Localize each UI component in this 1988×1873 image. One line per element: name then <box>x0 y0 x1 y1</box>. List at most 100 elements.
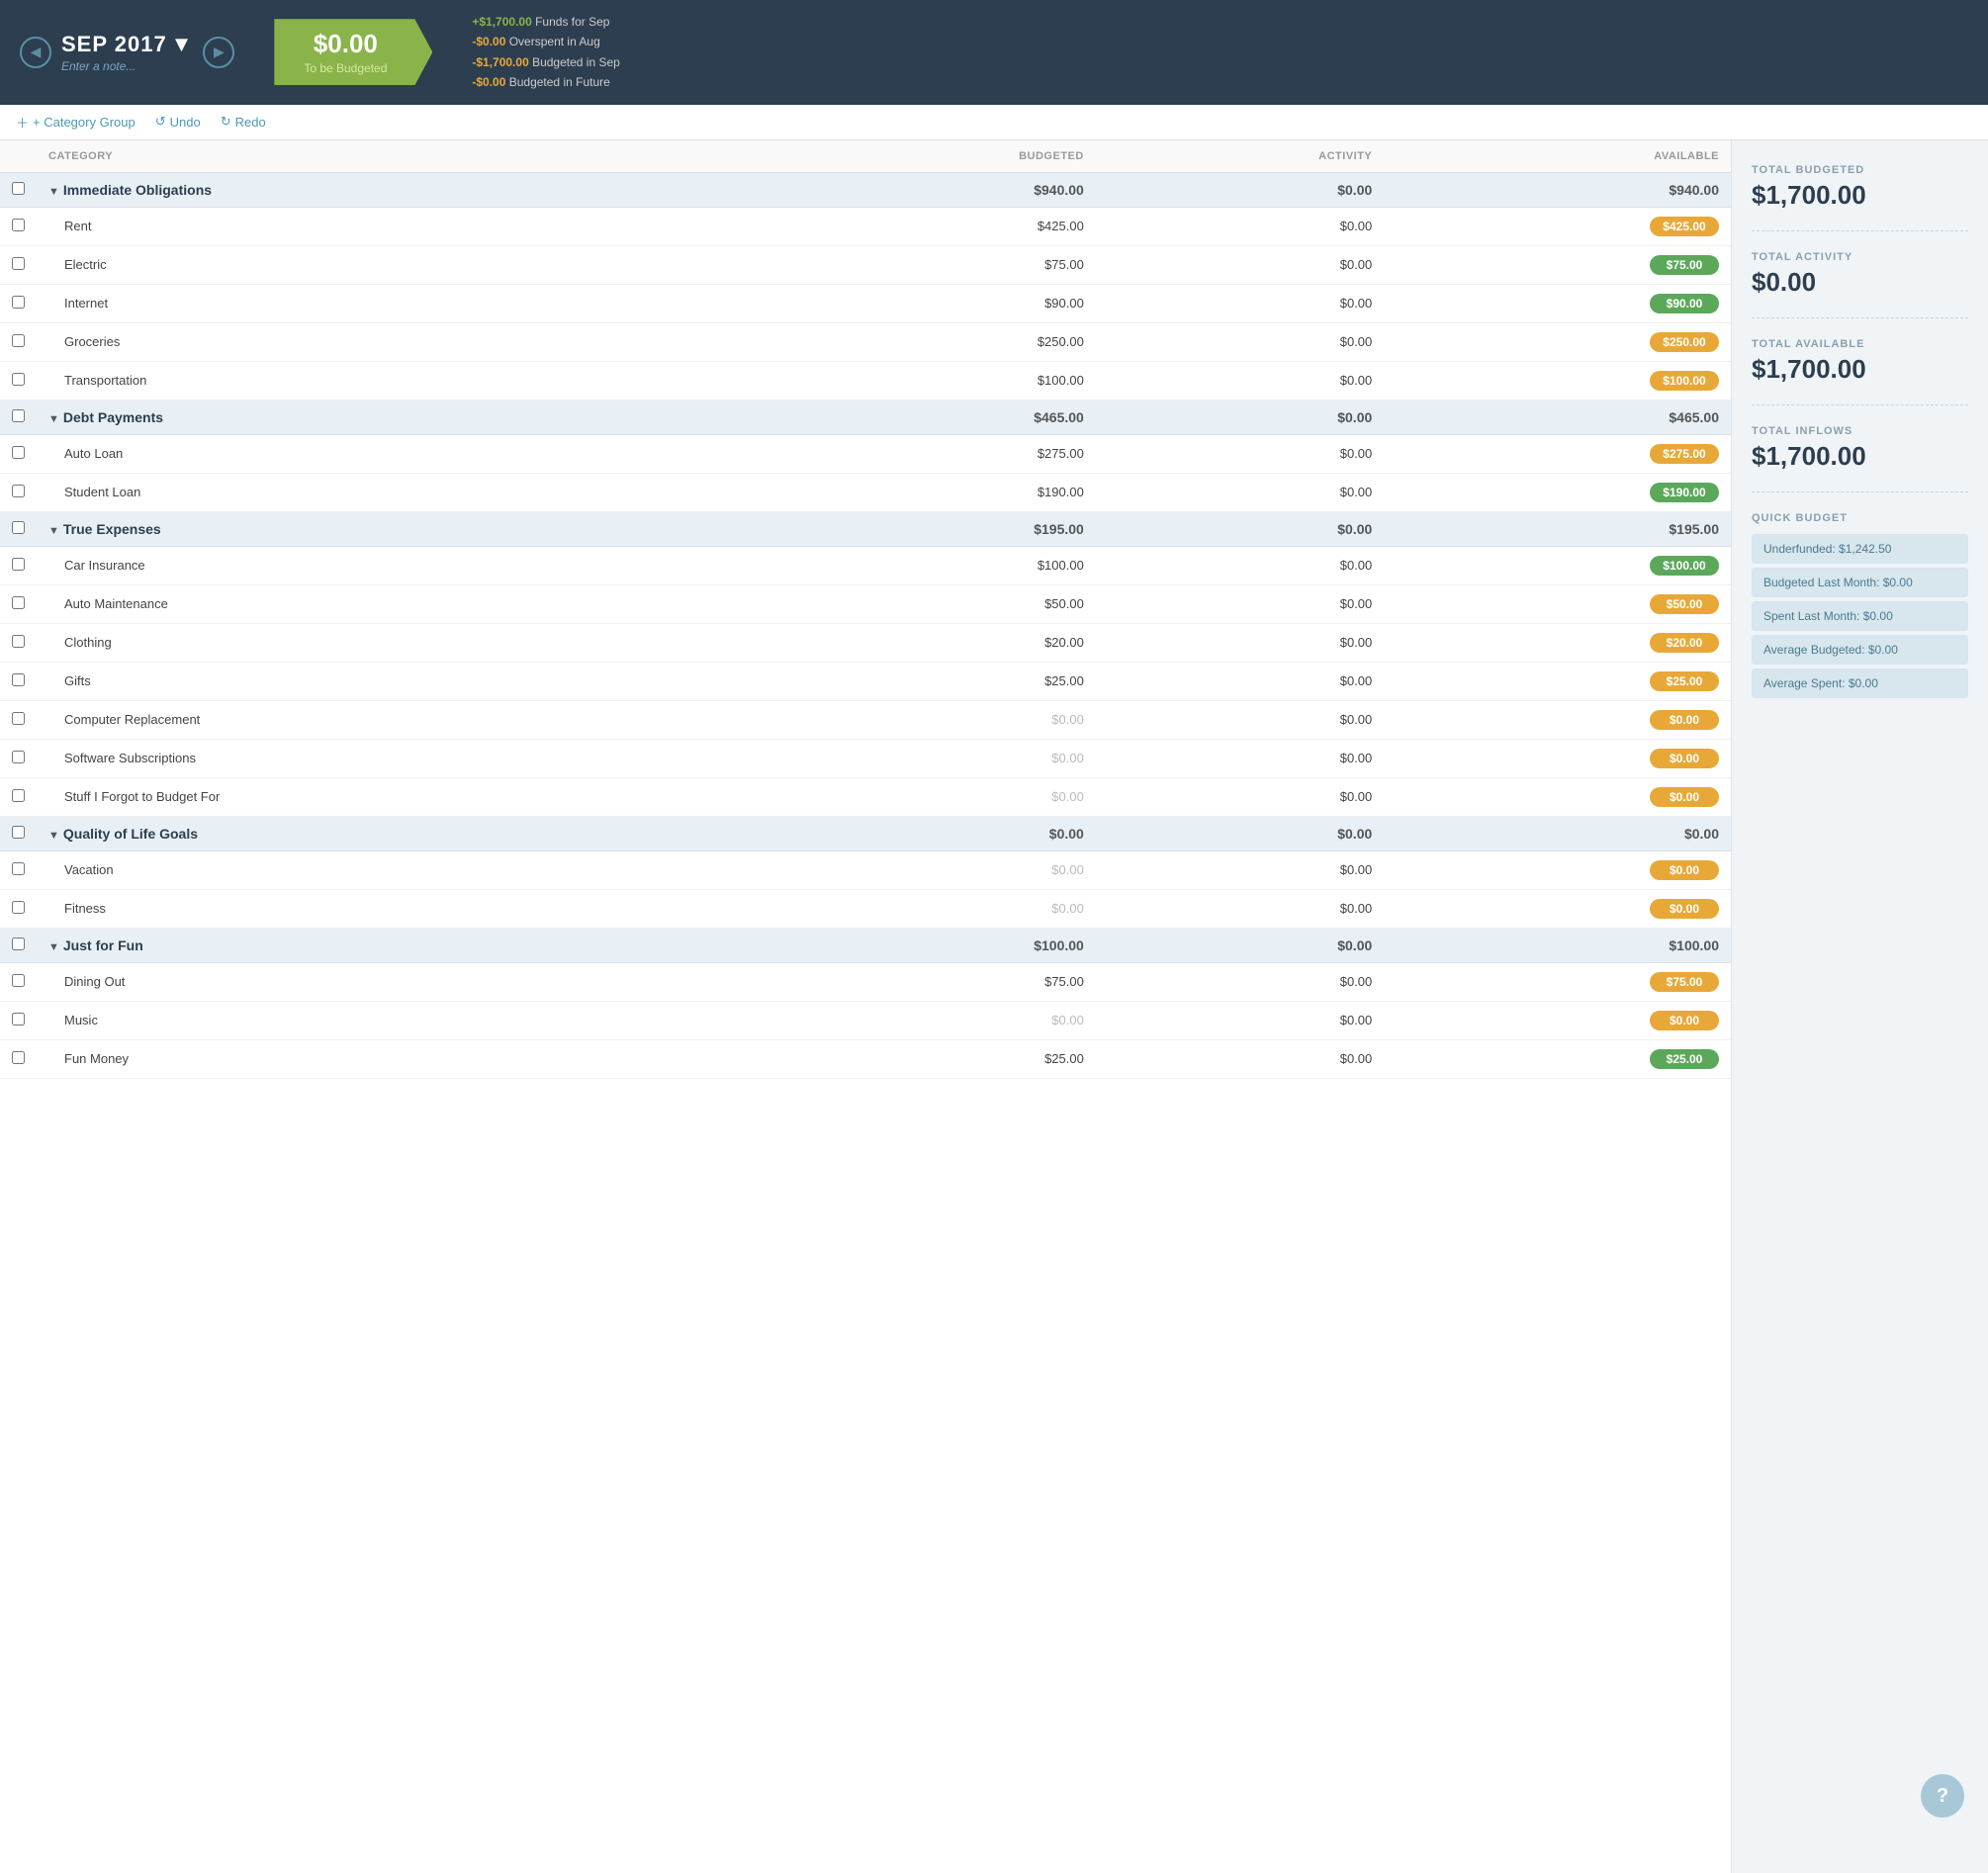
group-row[interactable]: ▼True Expenses $195.00 $0.00 $195.00 <box>0 511 1731 546</box>
category-checkbox[interactable] <box>12 673 25 686</box>
quick-budget-item[interactable]: Budgeted Last Month: $0.00 <box>1752 568 1968 597</box>
category-checkbox[interactable] <box>12 485 25 497</box>
category-checkbox[interactable] <box>12 446 25 459</box>
category-checkbox[interactable] <box>12 257 25 270</box>
prev-month-button[interactable]: ◀ <box>20 37 51 68</box>
category-budgeted[interactable]: $0.00 <box>765 739 1096 777</box>
category-checkbox[interactable] <box>12 862 25 875</box>
group-row[interactable]: ▼Immediate Obligations $940.00 $0.00 $94… <box>0 172 1731 207</box>
group-checkbox[interactable] <box>12 521 25 534</box>
category-checkbox[interactable] <box>12 334 25 347</box>
category-budgeted[interactable]: $100.00 <box>765 361 1096 400</box>
category-budgeted[interactable]: $250.00 <box>765 322 1096 361</box>
group-row[interactable]: ▼Debt Payments $465.00 $0.00 $465.00 <box>0 400 1731 434</box>
group-checkbox[interactable] <box>12 182 25 195</box>
category-available: $100.00 <box>1384 361 1731 400</box>
month-dropdown-arrow[interactable]: ▼ <box>171 32 194 56</box>
undo-button[interactable]: ↺ Undo <box>155 114 201 130</box>
group-checkbox[interactable] <box>12 937 25 950</box>
category-budgeted[interactable]: $90.00 <box>765 284 1096 322</box>
category-checkbox[interactable] <box>12 558 25 571</box>
table-row: Car Insurance $100.00 $0.00 $100.00 <box>0 546 1731 584</box>
category-budgeted[interactable]: $0.00 <box>765 1001 1096 1039</box>
category-activity: $0.00 <box>1096 584 1384 623</box>
quick-budget-item[interactable]: Average Budgeted: $0.00 <box>1752 635 1968 665</box>
category-checkbox[interactable] <box>12 296 25 309</box>
category-checkbox[interactable] <box>12 635 25 648</box>
group-available: $100.00 <box>1384 928 1731 962</box>
quick-budget-item[interactable]: Spent Last Month: $0.00 <box>1752 601 1968 631</box>
category-activity: $0.00 <box>1096 1039 1384 1078</box>
quick-budget-item[interactable]: Underfunded: $1,242.50 <box>1752 534 1968 564</box>
category-name: Clothing <box>37 623 765 662</box>
budget-breakdown: +$1,700.00 Funds for Sep -$0.00 Overspen… <box>472 12 619 93</box>
plus-icon: ＋ <box>16 113 29 132</box>
available-pill: $0.00 <box>1650 710 1719 730</box>
category-budgeted[interactable]: $20.00 <box>765 623 1096 662</box>
category-budgeted[interactable]: $0.00 <box>765 889 1096 928</box>
table-row: Auto Maintenance $50.00 $0.00 $50.00 <box>0 584 1731 623</box>
category-checkbox[interactable] <box>12 751 25 763</box>
category-budgeted[interactable]: $75.00 <box>765 245 1096 284</box>
category-checkbox[interactable] <box>12 974 25 987</box>
available-pill: $275.00 <box>1650 444 1719 464</box>
table-row: Software Subscriptions $0.00 $0.00 $0.00 <box>0 739 1731 777</box>
add-category-group-label: + Category Group <box>33 115 136 130</box>
category-activity: $0.00 <box>1096 546 1384 584</box>
group-checkbox[interactable] <box>12 826 25 839</box>
category-checkbox[interactable] <box>12 901 25 914</box>
category-activity: $0.00 <box>1096 473 1384 511</box>
category-budgeted[interactable]: $25.00 <box>765 1039 1096 1078</box>
category-checkbox[interactable] <box>12 219 25 231</box>
category-checkbox[interactable] <box>12 373 25 386</box>
category-available: $50.00 <box>1384 584 1731 623</box>
category-activity: $0.00 <box>1096 739 1384 777</box>
category-name: Groceries <box>37 322 765 361</box>
available-col-header: AVAILABLE <box>1384 140 1731 173</box>
category-budgeted[interactable]: $275.00 <box>765 434 1096 473</box>
group-activity: $0.00 <box>1096 400 1384 434</box>
help-button[interactable]: ? <box>1921 1774 1964 1818</box>
table-row: Music $0.00 $0.00 $0.00 <box>0 1001 1731 1039</box>
category-budgeted[interactable]: $0.00 <box>765 777 1096 816</box>
category-budgeted[interactable]: $25.00 <box>765 662 1096 700</box>
to-budget-amount: $0.00 <box>294 29 397 59</box>
budget-table-wrapper: CATEGORY BUDGETED ACTIVITY AVAILABLE ▼Im… <box>0 140 1731 1873</box>
month-navigation: ◀ SEP 2017 ▼ Enter a note... ▶ <box>20 32 234 73</box>
category-budgeted[interactable]: $100.00 <box>765 546 1096 584</box>
add-category-group-button[interactable]: ＋ + Category Group <box>16 113 136 132</box>
total-budgeted-value: $1,700.00 <box>1752 180 1968 211</box>
available-pill: $425.00 <box>1650 217 1719 236</box>
category-checkbox[interactable] <box>12 789 25 802</box>
category-available: $25.00 <box>1384 662 1731 700</box>
category-checkbox[interactable] <box>12 1013 25 1026</box>
category-budgeted[interactable]: $50.00 <box>765 584 1096 623</box>
next-month-button[interactable]: ▶ <box>203 37 234 68</box>
available-pill: $0.00 <box>1650 860 1719 880</box>
group-budgeted: $195.00 <box>765 511 1096 546</box>
category-budgeted[interactable]: $75.00 <box>765 962 1096 1001</box>
redo-button[interactable]: ↻ Redo <box>221 114 266 130</box>
category-budgeted[interactable]: $190.00 <box>765 473 1096 511</box>
category-available: $100.00 <box>1384 546 1731 584</box>
total-inflows-value: $1,700.00 <box>1752 441 1968 472</box>
quick-budget-item[interactable]: Average Spent: $0.00 <box>1752 669 1968 698</box>
group-name: ▼Quality of Life Goals <box>37 816 765 850</box>
category-budgeted[interactable]: $0.00 <box>765 700 1096 739</box>
total-activity-label: TOTAL ACTIVITY <box>1752 251 1968 263</box>
category-checkbox[interactable] <box>12 712 25 725</box>
group-budgeted: $100.00 <box>765 928 1096 962</box>
group-row[interactable]: ▼Just for Fun $100.00 $0.00 $100.00 <box>0 928 1731 962</box>
category-budgeted[interactable]: $0.00 <box>765 850 1096 889</box>
table-row: Vacation $0.00 $0.00 $0.00 <box>0 850 1731 889</box>
category-checkbox[interactable] <box>12 1051 25 1064</box>
group-row[interactable]: ▼Quality of Life Goals $0.00 $0.00 $0.00 <box>0 816 1731 850</box>
undo-label: Undo <box>170 115 201 130</box>
category-checkbox[interactable] <box>12 596 25 609</box>
group-checkbox[interactable] <box>12 409 25 422</box>
group-available: $0.00 <box>1384 816 1731 850</box>
note-input[interactable]: Enter a note... <box>61 59 193 73</box>
category-activity: $0.00 <box>1096 1001 1384 1039</box>
available-pill: $75.00 <box>1650 972 1719 992</box>
category-budgeted[interactable]: $425.00 <box>765 207 1096 245</box>
